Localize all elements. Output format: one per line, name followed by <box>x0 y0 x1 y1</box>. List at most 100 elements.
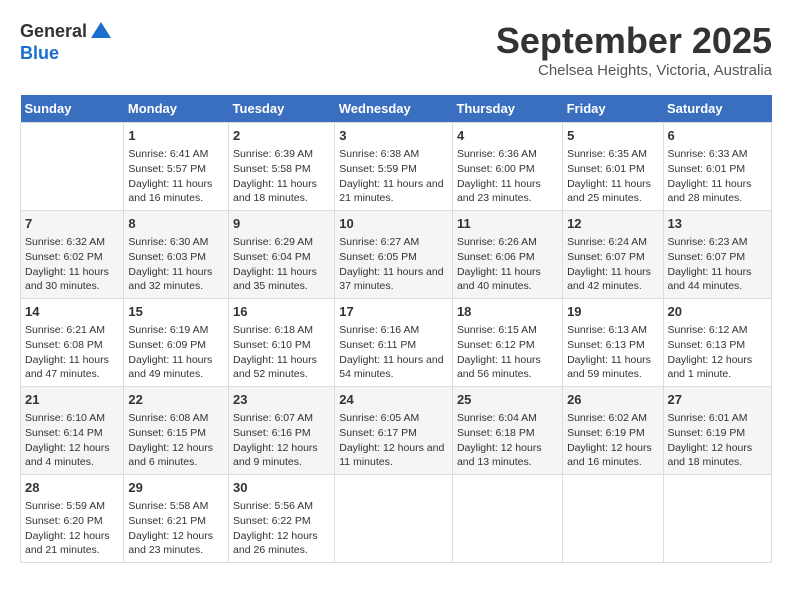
calendar-cell: 21Sunrise: 6:10 AMSunset: 6:14 PMDayligh… <box>21 387 124 475</box>
header-day: Sunday <box>21 95 124 123</box>
calendar-cell: 3Sunrise: 6:38 AMSunset: 5:59 PMDaylight… <box>335 123 453 211</box>
day-number: 2 <box>233 127 330 145</box>
header-day: Friday <box>563 95 663 123</box>
calendar-cell <box>21 123 124 211</box>
cell-content: Sunrise: 6:08 AMSunset: 6:15 PMDaylight:… <box>128 411 224 470</box>
calendar-cell: 11Sunrise: 6:26 AMSunset: 6:06 PMDayligh… <box>452 211 562 299</box>
day-number: 24 <box>339 391 448 409</box>
cell-content: Sunrise: 6:27 AMSunset: 6:05 PMDaylight:… <box>339 235 448 294</box>
cell-content: Sunrise: 6:30 AMSunset: 6:03 PMDaylight:… <box>128 235 224 294</box>
calendar-header: SundayMondayTuesdayWednesdayThursdayFrid… <box>21 95 772 123</box>
calendar-cell <box>452 475 562 563</box>
calendar-cell: 14 Sunrise: 6:21 AMSunset: 6:08 PMDayligh… <box>21 299 124 387</box>
logo: General Blue <box>20 20 113 64</box>
cell-content: Sunrise: 6:16 AMSunset: 6:11 PMDaylight:… <box>339 323 448 382</box>
cell-content: Sunrise: 6:24 AMSunset: 6:07 PMDaylight:… <box>567 235 658 294</box>
day-number: 30 <box>233 479 330 497</box>
cell-content: Sunrise: 6:19 AMSunset: 6:09 PMDaylight:… <box>128 323 224 382</box>
cell-content: Sunrise: 6:05 AMSunset: 6:17 PMDaylight:… <box>339 411 448 470</box>
calendar-cell: 9 Sunrise: 6:29 AMSunset: 6:04 PMDaylight… <box>229 211 335 299</box>
day-number: 9 <box>233 215 330 233</box>
calendar-week-row: 1 Sunrise: 6:41 AMSunset: 5:57 PMDaylight… <box>21 123 772 211</box>
day-number: 6 <box>668 127 768 145</box>
cell-content: Sunrise: 6:23 AMSunset: 6:07 PMDaylight:… <box>668 235 768 294</box>
page-header: General Blue September 2025 Chelsea Heig… <box>20 20 772 79</box>
calendar-cell: 24 Sunrise: 6:05 AMSunset: 6:17 PMDayligh… <box>335 387 453 475</box>
calendar-cell: 28 Sunrise: 5:59 AMSunset: 6:20 PMDayligh… <box>21 475 124 563</box>
header-day: Thursday <box>452 95 562 123</box>
day-number: 15 <box>128 303 224 321</box>
day-number: 14 <box>25 303 119 321</box>
cell-content: Sunrise: 6:04 AMSunset: 6:18 PMDaylight:… <box>457 411 558 470</box>
cell-content: Sunrise: 5:56 AMSunset: 6:22 PMDaylight:… <box>233 499 330 558</box>
cell-content: Sunrise: 6:02 AMSunset: 6:19 PMDaylight:… <box>567 411 658 470</box>
calendar-cell: 29 Sunrise: 5:58 AMSunset: 6:21 PMDayligh… <box>124 475 229 563</box>
calendar-cell: 26Sunrise: 6:02 AMSunset: 6:19 PMDayligh… <box>563 387 663 475</box>
cell-content: Sunrise: 6:07 AMSunset: 6:16 PMDaylight:… <box>233 411 330 470</box>
calendar-cell: 8Sunrise: 6:30 AMSunset: 6:03 PMDaylight… <box>124 211 229 299</box>
day-number: 10 <box>339 215 448 233</box>
cell-content: Sunrise: 6:39 AMSunset: 5:58 PMDaylight:… <box>233 147 330 206</box>
header-row: SundayMondayTuesdayWednesdayThursdayFrid… <box>21 95 772 123</box>
day-number: 29 <box>128 479 224 497</box>
day-number: 20 <box>668 303 768 321</box>
calendar-cell: 1 Sunrise: 6:41 AMSunset: 5:57 PMDaylight… <box>124 123 229 211</box>
calendar-week-row: 14 Sunrise: 6:21 AMSunset: 6:08 PMDayligh… <box>21 299 772 387</box>
cell-content: Sunrise: 6:13 AMSunset: 6:13 PMDaylight:… <box>567 323 658 382</box>
calendar-cell: 7Sunrise: 6:32 AMSunset: 6:02 PMDaylight… <box>21 211 124 299</box>
day-number: 5 <box>567 127 658 145</box>
day-number: 12 <box>567 215 658 233</box>
calendar-cell: 17Sunrise: 6:16 AMSunset: 6:11 PMDayligh… <box>335 299 453 387</box>
cell-content: Sunrise: 6:15 AMSunset: 6:12 PMDaylight:… <box>457 323 558 382</box>
day-number: 16 <box>233 303 330 321</box>
cell-content: Sunrise: 6:33 AMSunset: 6:01 PMDaylight:… <box>668 147 768 206</box>
calendar-cell: 5Sunrise: 6:35 AMSunset: 6:01 PMDaylight… <box>563 123 663 211</box>
calendar-cell: 20 Sunrise: 6:12 AMSunset: 6:13 PMDayligh… <box>663 299 772 387</box>
day-number: 1 <box>128 127 224 145</box>
calendar-cell: 2 Sunrise: 6:39 AMSunset: 5:58 PMDaylight… <box>229 123 335 211</box>
day-number: 19 <box>567 303 658 321</box>
calendar-cell: 12 Sunrise: 6:24 AMSunset: 6:07 PMDayligh… <box>563 211 663 299</box>
location: Chelsea Heights, Victoria, Australia <box>496 62 772 79</box>
day-number: 21 <box>25 391 119 409</box>
cell-content: Sunrise: 6:21 AMSunset: 6:08 PMDaylight:… <box>25 323 119 382</box>
title-block: September 2025 Chelsea Heights, Victoria… <box>496 20 772 79</box>
cell-content: Sunrise: 6:41 AMSunset: 5:57 PMDaylight:… <box>128 147 224 206</box>
logo-blue: Blue <box>20 43 59 63</box>
cell-content: Sunrise: 6:32 AMSunset: 6:02 PMDaylight:… <box>25 235 119 294</box>
calendar-cell: 19 Sunrise: 6:13 AMSunset: 6:13 PMDayligh… <box>563 299 663 387</box>
calendar-cell: 25Sunrise: 6:04 AMSunset: 6:18 PMDayligh… <box>452 387 562 475</box>
calendar-week-row: 7Sunrise: 6:32 AMSunset: 6:02 PMDaylight… <box>21 211 772 299</box>
calendar-cell: 27Sunrise: 6:01 AMSunset: 6:19 PMDayligh… <box>663 387 772 475</box>
cell-content: Sunrise: 6:18 AMSunset: 6:10 PMDaylight:… <box>233 323 330 382</box>
day-number: 27 <box>668 391 768 409</box>
month-title: September 2025 <box>496 20 772 62</box>
calendar-cell: 13 Sunrise: 6:23 AMSunset: 6:07 PMDayligh… <box>663 211 772 299</box>
day-number: 18 <box>457 303 558 321</box>
cell-content: Sunrise: 6:29 AMSunset: 6:04 PMDaylight:… <box>233 235 330 294</box>
day-number: 22 <box>128 391 224 409</box>
day-number: 28 <box>25 479 119 497</box>
calendar-cell: 16 Sunrise: 6:18 AMSunset: 6:10 PMDayligh… <box>229 299 335 387</box>
cell-content: Sunrise: 6:36 AMSunset: 6:00 PMDaylight:… <box>457 147 558 206</box>
calendar-week-row: 21Sunrise: 6:10 AMSunset: 6:14 PMDayligh… <box>21 387 772 475</box>
calendar-cell: 23 Sunrise: 6:07 AMSunset: 6:16 PMDayligh… <box>229 387 335 475</box>
calendar-cell <box>663 475 772 563</box>
calendar-body: 1 Sunrise: 6:41 AMSunset: 5:57 PMDaylight… <box>21 123 772 563</box>
day-number: 13 <box>668 215 768 233</box>
header-day: Monday <box>124 95 229 123</box>
cell-content: Sunrise: 5:59 AMSunset: 6:20 PMDaylight:… <box>25 499 119 558</box>
cell-content: Sunrise: 6:12 AMSunset: 6:13 PMDaylight:… <box>668 323 768 382</box>
logo-icon <box>89 20 113 44</box>
header-day: Saturday <box>663 95 772 123</box>
calendar-week-row: 28 Sunrise: 5:59 AMSunset: 6:20 PMDayligh… <box>21 475 772 563</box>
day-number: 23 <box>233 391 330 409</box>
cell-content: Sunrise: 5:58 AMSunset: 6:21 PMDaylight:… <box>128 499 224 558</box>
cell-content: Sunrise: 6:26 AMSunset: 6:06 PMDaylight:… <box>457 235 558 294</box>
day-number: 4 <box>457 127 558 145</box>
calendar-cell: 30 Sunrise: 5:56 AMSunset: 6:22 PMDayligh… <box>229 475 335 563</box>
calendar-cell: 6 Sunrise: 6:33 AMSunset: 6:01 PMDaylight… <box>663 123 772 211</box>
calendar-cell <box>563 475 663 563</box>
calendar-cell: 4 Sunrise: 6:36 AMSunset: 6:00 PMDaylight… <box>452 123 562 211</box>
day-number: 3 <box>339 127 448 145</box>
